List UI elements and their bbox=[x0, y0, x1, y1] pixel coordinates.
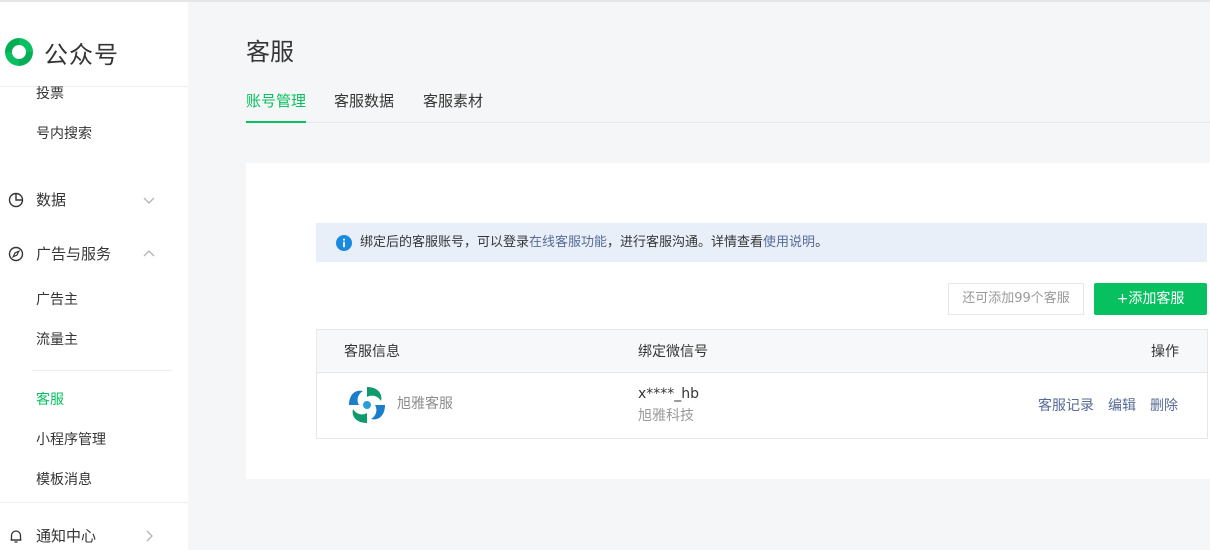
bound-wechat-id: x****_hb bbox=[638, 386, 700, 402]
sidebar-item-search[interactable]: 号内搜索 bbox=[36, 124, 92, 144]
sidebar-item-template-message[interactable]: 模板消息 bbox=[36, 470, 92, 490]
bound-wechat-org: 旭雅科技 bbox=[638, 408, 694, 424]
online-service-link[interactable]: 在线客服功能 bbox=[529, 235, 607, 250]
tab-service-materials[interactable]: 客服素材 bbox=[423, 90, 483, 123]
column-header-wechat: 绑定微信号 bbox=[638, 344, 708, 360]
sidebar-group-ads-services[interactable]: 广告与服务 bbox=[0, 240, 188, 268]
service-avatar-icon bbox=[345, 383, 389, 427]
app-logo[interactable]: 公众号 bbox=[2, 34, 119, 70]
bell-icon bbox=[10, 530, 22, 543]
service-name: 旭雅客服 bbox=[397, 396, 453, 412]
notice-prefix: 绑定后的客服账号，可以登录 bbox=[360, 235, 530, 250]
sidebar-group-label: 广告与服务 bbox=[36, 245, 112, 263]
edit-link[interactable]: 编辑 bbox=[1108, 396, 1136, 416]
service-records-link[interactable]: 客服记录 bbox=[1038, 396, 1094, 416]
sidebar-divider bbox=[0, 502, 188, 503]
notice-suffix: 。 bbox=[815, 235, 829, 250]
add-customer-service-button[interactable]: +添加客服 bbox=[1094, 283, 1207, 315]
app-name: 公众号 bbox=[44, 40, 119, 69]
sidebar-item-advertiser[interactable]: 广告主 bbox=[36, 290, 78, 310]
chevron-right-icon bbox=[146, 530, 153, 542]
sidebar-group-label: 通知中心 bbox=[36, 527, 97, 545]
table-row: 旭雅客服 x****_hb 旭雅科技 客服记录 编辑 删除 bbox=[317, 373, 1207, 438]
sidebar-item-publisher[interactable]: 流量主 bbox=[36, 330, 78, 350]
notice-text: 绑定后的客服账号，可以登录在线客服功能，进行客服沟通。详情查看使用说明。 bbox=[360, 233, 828, 252]
compass-icon bbox=[8, 246, 24, 262]
column-header-info: 客服信息 bbox=[344, 344, 400, 360]
sidebar: 公众号 投票 号内搜索 数据 广告与服务 广告主 流量主 客服 小程序管理 模板… bbox=[0, 2, 188, 550]
column-header-actions: 操作 bbox=[1151, 344, 1179, 360]
delete-link[interactable]: 删除 bbox=[1150, 396, 1178, 416]
sidebar-group-label: 数据 bbox=[36, 191, 67, 209]
content-card: 绑定后的客服账号，可以登录在线客服功能，进行客服沟通。详情查看使用说明。 还可添… bbox=[246, 163, 1210, 479]
chevron-up-icon bbox=[143, 250, 155, 257]
quota-label: 还可添加99个客服 bbox=[948, 283, 1084, 315]
sidebar-divider bbox=[32, 370, 172, 371]
notice-middle: ，进行客服沟通。详情查看 bbox=[607, 235, 764, 250]
sidebar-group-data[interactable]: 数据 bbox=[0, 186, 188, 214]
tab-bar: 账号管理 客服数据 客服素材 bbox=[246, 90, 1210, 123]
page-title: 客服 bbox=[246, 38, 294, 66]
sidebar-item-vote[interactable]: 投票 bbox=[36, 84, 64, 104]
pie-chart-icon bbox=[8, 192, 24, 208]
avatar bbox=[345, 383, 389, 427]
tab-service-data[interactable]: 客服数据 bbox=[334, 90, 394, 123]
usage-guide-link[interactable]: 使用说明 bbox=[763, 235, 815, 250]
sidebar-group-notifications[interactable]: 通知中心 bbox=[0, 522, 188, 550]
customer-service-table: 客服信息 绑定微信号 操作 旭雅客服 x****_hb 旭雅科技 客服记录 编辑… bbox=[316, 329, 1208, 439]
info-icon bbox=[336, 235, 352, 251]
wechat-official-logo-icon bbox=[3, 36, 35, 68]
chevron-down-icon bbox=[143, 197, 155, 204]
tab-account-management[interactable]: 账号管理 bbox=[246, 90, 307, 123]
table-header: 客服信息 绑定微信号 操作 bbox=[317, 330, 1207, 373]
sidebar-item-miniprogram[interactable]: 小程序管理 bbox=[36, 430, 106, 450]
info-notice: 绑定后的客服账号，可以登录在线客服功能，进行客服沟通。详情查看使用说明。 bbox=[316, 223, 1207, 262]
logo-divider bbox=[0, 86, 188, 87]
sidebar-item-customer-service[interactable]: 客服 bbox=[36, 390, 64, 410]
